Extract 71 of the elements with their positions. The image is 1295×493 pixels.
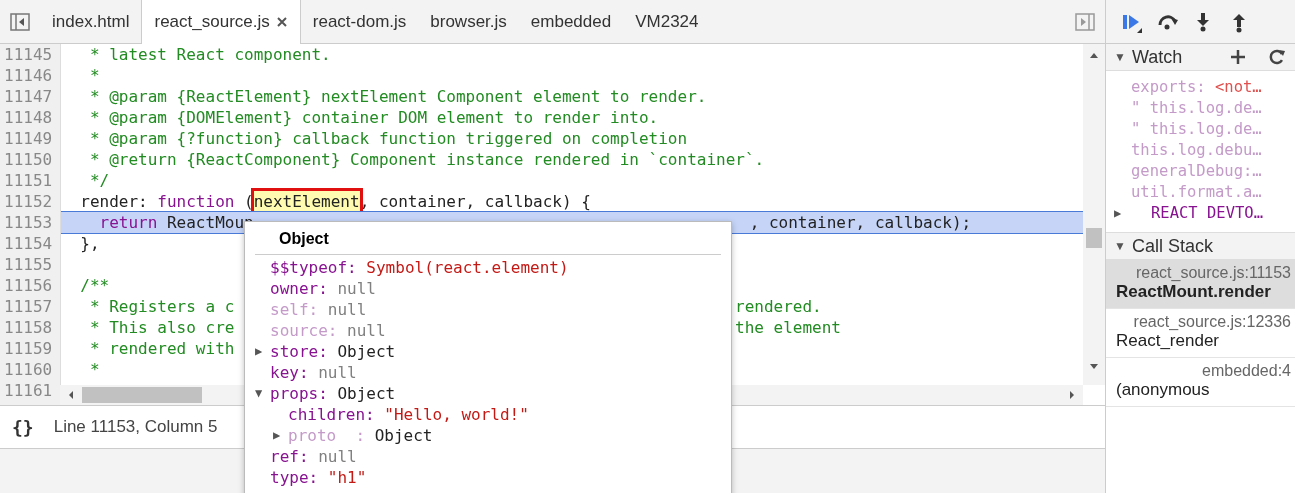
line-number: 11160 xyxy=(3,359,54,380)
property-key: store: xyxy=(270,342,328,361)
code-text: }, xyxy=(79,233,100,254)
code-text: ( xyxy=(243,191,254,212)
code-text: ReactMoun xyxy=(165,212,254,233)
inspected-variable: nextElement xyxy=(253,191,360,212)
property-value: Object xyxy=(337,384,396,403)
line-number: 11146 xyxy=(3,65,54,86)
property-key: proto : xyxy=(288,426,366,445)
code-text: /** xyxy=(79,275,110,296)
property-value: Object xyxy=(374,426,433,445)
code-text: * latest React component. xyxy=(88,44,331,65)
line-number: 11157 xyxy=(3,296,54,317)
code-text: * xyxy=(88,65,100,86)
code-text: */ xyxy=(88,170,110,191)
property-value: null xyxy=(347,321,386,340)
frame-location: react_source.js:12336 xyxy=(1132,313,1291,331)
property-key: ref: xyxy=(270,447,309,466)
property-value: null xyxy=(337,279,376,298)
line-number: 11149 xyxy=(3,128,54,149)
line-number: 11158 xyxy=(3,317,54,338)
property-key: $$typeof: xyxy=(270,258,357,277)
property-value: "Hello, world!" xyxy=(384,405,529,424)
property-key: props: xyxy=(270,384,328,403)
property-value: "h1" xyxy=(327,468,367,487)
code-text: return xyxy=(98,212,158,233)
line-number: 11154 xyxy=(3,233,54,254)
line-number: 11156 xyxy=(3,275,54,296)
popover-title: Object xyxy=(255,222,721,255)
property-value: null xyxy=(318,447,357,466)
code-text: * @return {ReactComponent} Component instance rendered in `container`. xyxy=(88,149,765,170)
line-number: 11153 xyxy=(3,212,54,233)
line-number: 11151 xyxy=(3,170,54,191)
property-key: owner: xyxy=(270,279,328,298)
code-text: * @param {?function} callback function triggered on completion xyxy=(88,128,688,149)
frame-location: embedded:4 xyxy=(1201,362,1291,380)
frame-function: ReactMount.render xyxy=(1115,282,1272,302)
code-text: * rendered with xyxy=(88,338,235,359)
code-text: * @param {DOMElement} container DOM element to render into. xyxy=(88,107,659,128)
property-value: null xyxy=(318,363,357,382)
code-text: , container, callback) { xyxy=(359,191,591,212)
line-number: 11155 xyxy=(3,254,54,275)
property-value: Object xyxy=(337,342,396,361)
watch-value: <not… xyxy=(1215,78,1262,96)
property-value: null xyxy=(327,300,367,319)
property-key: type: xyxy=(270,468,319,487)
cursor-position: Line 11153, Column 5 xyxy=(53,417,218,437)
property-key: source: xyxy=(270,321,338,340)
line-number: 11150 xyxy=(3,149,54,170)
frame-function: (anonymous xyxy=(1115,380,1211,400)
code-text: , container, callback); xyxy=(749,212,972,233)
line-number: 11159 xyxy=(3,338,54,359)
line-number: 11145 xyxy=(3,44,54,65)
code-text: * This also cre xyxy=(88,317,235,338)
code-text: the element xyxy=(735,317,841,338)
code-text: * @param {ReactElement} nextElement Component element to render. xyxy=(88,86,707,107)
property-value: Symbol(react.element) xyxy=(366,258,569,277)
code-text: render: xyxy=(79,191,149,212)
frame-function: React_render xyxy=(1115,331,1220,351)
line-number: 11148 xyxy=(3,107,54,128)
property-key: key: xyxy=(270,363,309,382)
property-key: self: xyxy=(270,300,319,319)
code-text: rendered. xyxy=(735,296,822,317)
code-text: * Registers a c xyxy=(88,296,235,317)
code-text: function xyxy=(157,191,235,212)
line-number: 11152 xyxy=(3,191,54,212)
frame-location: react_source.js:11153 xyxy=(1134,264,1291,282)
line-number: 11161 xyxy=(3,380,54,401)
code-text: * xyxy=(88,359,100,380)
property-key: children: xyxy=(288,405,375,424)
line-number: 11147 xyxy=(3,86,54,107)
